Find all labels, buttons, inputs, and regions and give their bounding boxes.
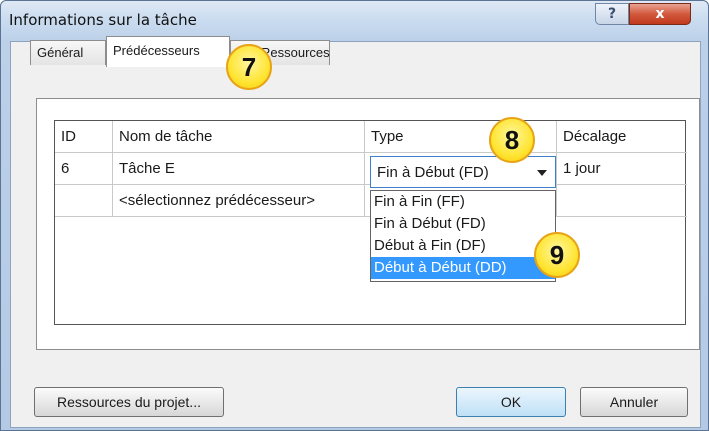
help-button[interactable]: ? <box>595 3 629 25</box>
column-header-task-name[interactable]: Nom de tâche <box>113 121 365 153</box>
chevron-down-icon[interactable] <box>537 170 547 176</box>
tab-predecessors[interactable]: Prédécesseurs <box>106 36 230 67</box>
help-icon: ? <box>607 6 617 22</box>
type-option-dd[interactable]: Début à Début (DD) <box>371 257 555 279</box>
ok-button[interactable]: OK <box>456 387 566 417</box>
cell-id[interactable] <box>55 185 113 217</box>
grid-header-row: ID Nom de tâche Type Décalage <box>55 121 687 153</box>
cancel-label: Annuler <box>609 394 659 410</box>
close-icon: x <box>655 6 665 22</box>
type-option-df[interactable]: Début à Fin (DF) <box>371 235 555 257</box>
dialog-title: Informations sur la tâche <box>9 11 197 29</box>
callout-badge-8: 8 <box>489 117 535 163</box>
cancel-button[interactable]: Annuler <box>580 387 688 417</box>
type-option-ff[interactable]: Fin à Fin (FF) <box>371 191 555 213</box>
column-header-lag[interactable]: Décalage <box>557 121 687 153</box>
cell-id[interactable]: 6 <box>55 153 113 185</box>
project-resources-button[interactable]: Ressources du projet... <box>34 387 224 417</box>
close-button[interactable]: x <box>629 3 691 25</box>
type-select-value: Fin à Début (FD) <box>377 164 489 181</box>
project-resources-label: Ressources du projet... <box>57 394 201 410</box>
tab-general[interactable]: Général <box>30 40 106 65</box>
cell-task-name-placeholder[interactable]: <sélectionnez prédécesseur> <box>113 185 365 217</box>
ok-label: OK <box>500 394 522 410</box>
callout-badge-7: 7 <box>226 44 272 90</box>
tab-general-label: Général <box>37 45 84 60</box>
cell-lag[interactable] <box>557 185 687 217</box>
type-select[interactable]: Fin à Début (FD) <box>370 156 556 188</box>
type-option-fd[interactable]: Fin à Début (FD) <box>371 213 555 235</box>
column-header-id[interactable]: ID <box>55 121 113 153</box>
callout-badge-9: 9 <box>534 232 580 278</box>
tab-resources-label: Ressources <box>261 45 330 60</box>
tab-predecessors-label: Prédécesseurs <box>113 43 200 58</box>
cell-task-name[interactable]: Tâche E <box>113 153 365 185</box>
type-dropdown-list: Fin à Fin (FF) Fin à Début (FD) Début à … <box>370 190 556 282</box>
title-bar[interactable]: Informations sur la tâche ? x <box>1 1 708 41</box>
cell-lag[interactable]: 1 jour <box>557 153 687 185</box>
